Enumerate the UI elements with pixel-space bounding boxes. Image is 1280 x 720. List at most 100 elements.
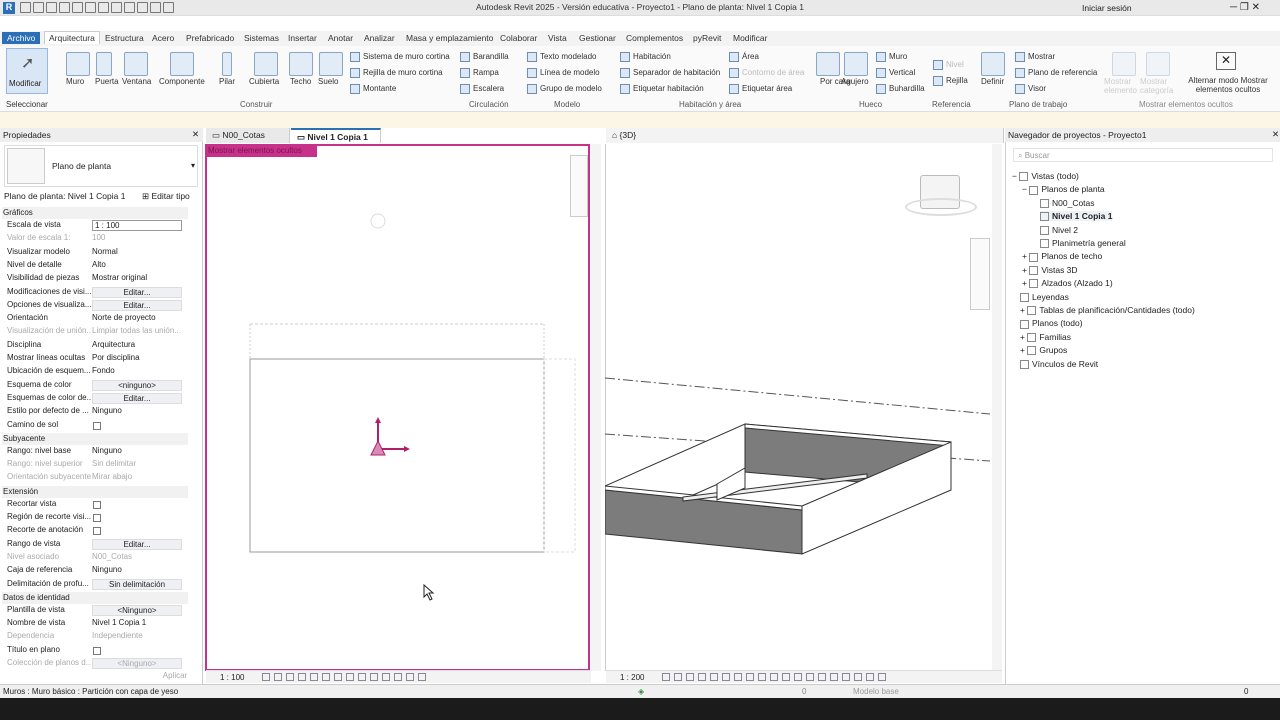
browser-item[interactable]: Leyendas	[1020, 292, 1069, 302]
tag-area-button[interactable]: Etiquetar área	[729, 84, 792, 94]
property-value[interactable]: Ninguno	[92, 446, 182, 455]
wall-button[interactable]: Muro	[66, 77, 84, 86]
filter-count[interactable]: 0	[1244, 687, 1248, 696]
level-button[interactable]: Nivel	[933, 60, 964, 70]
browser-item[interactable]: + Grupos	[1020, 345, 1067, 356]
plan-scrollbar[interactable]	[591, 144, 601, 671]
tab-anotar[interactable]: Anotar	[328, 33, 353, 43]
railing-button[interactable]: Barandilla	[460, 52, 509, 62]
model-text-button[interactable]: Texto modelado	[527, 52, 596, 62]
plan-navigation-bar[interactable]	[570, 155, 588, 217]
property-value[interactable]: 100	[92, 233, 182, 242]
property-value[interactable]: Arquitectura	[92, 340, 182, 349]
property-value[interactable]: Ninguno	[92, 565, 182, 574]
property-edit-button[interactable]: <Ninguno>	[92, 658, 182, 669]
tab-insertar[interactable]: Insertar	[288, 33, 317, 43]
apply-button[interactable]: Aplicar	[150, 671, 200, 682]
property-checkbox[interactable]	[93, 527, 101, 536]
tab-analizar[interactable]: Analizar	[364, 33, 395, 43]
close-icon[interactable]: ✕	[1272, 129, 1279, 140]
property-value[interactable]: Alto	[92, 260, 182, 269]
toggle-hidden-button[interactable]: Alternar modo Mostrar elementos ocultos	[1182, 76, 1274, 94]
browser-item[interactable]: + Familias	[1020, 332, 1071, 343]
browser-item[interactable]: + Alzados (Alzado 1)	[1022, 278, 1113, 289]
plan-view-tools[interactable]	[260, 672, 428, 681]
property-edit-button[interactable]: <Ninguno>	[92, 604, 182, 616]
property-edit-button[interactable]: <ninguno>	[92, 379, 182, 391]
property-value[interactable]: Norte de proyecto	[92, 313, 182, 322]
model-base-label[interactable]: Modelo base	[853, 687, 899, 696]
property-edit-button[interactable]: Sin delimitación	[92, 578, 182, 590]
expand-toggle-icon[interactable]: +	[1020, 345, 1027, 355]
property-value[interactable]: Fondo	[92, 366, 182, 375]
view-tab-3d[interactable]: ⌂ {3D}	[606, 128, 1004, 143]
property-value[interactable]: Nivel 1 Copia 1	[92, 618, 182, 627]
tab-vista[interactable]: Vista	[548, 33, 567, 43]
tab-estructura[interactable]: Estructura	[105, 33, 144, 43]
expand-toggle-icon[interactable]: +	[1022, 265, 1029, 275]
property-value[interactable]: Ninguno	[92, 406, 182, 415]
worksets-icon[interactable]: ◈	[638, 687, 644, 696]
tab-masa[interactable]: Masa y emplazamiento	[406, 33, 493, 43]
property-edit-button[interactable]: Editar...	[92, 538, 182, 550]
column-button[interactable]: Pilar	[219, 77, 235, 86]
vertical-opening-button[interactable]: Vertical	[876, 68, 915, 78]
property-value[interactable]: Mirar abajo	[92, 472, 182, 481]
tab-arquitectura[interactable]: Arquitectura	[44, 31, 100, 44]
ceiling-button[interactable]: Techo	[290, 77, 311, 86]
tab-pyrevit[interactable]: pyRevit	[693, 33, 721, 43]
wall-opening-button[interactable]: Muro	[876, 52, 907, 62]
close-hidden-icon[interactable]: ✕	[1216, 52, 1236, 70]
property-value[interactable]: Mostrar original	[92, 273, 182, 282]
expand-toggle-icon[interactable]: +	[1020, 305, 1027, 315]
view3d-scrollbar[interactable]	[992, 144, 1002, 671]
property-checkbox[interactable]	[93, 421, 101, 430]
tab-archivo[interactable]: Archivo	[2, 32, 41, 44]
window-controls[interactable]: ─ ❐ ✕	[1230, 2, 1260, 13]
area-button[interactable]: Área	[729, 52, 759, 62]
plan-scale[interactable]: 1 : 100	[220, 673, 244, 682]
properties-section-header[interactable]: Datos de identidad	[2, 591, 188, 604]
property-value[interactable]: Sin delimitar	[92, 459, 182, 468]
browser-item[interactable]: + Vistas 3D	[1022, 265, 1078, 276]
select-dropdown[interactable]: Seleccionar	[6, 100, 48, 109]
expand-toggle-icon[interactable]: +	[1020, 332, 1027, 342]
unhide-category-button[interactable]: Mostrar categoría	[1140, 77, 1176, 95]
view-tab-nivel1copia1[interactable]: ▭ Nivel 1 Copia 1 ✕	[291, 128, 381, 153]
property-checkbox[interactable]	[93, 646, 101, 655]
close-icon[interactable]: ✕	[192, 129, 199, 140]
roof-button[interactable]: Cubierta	[249, 77, 279, 86]
browser-item[interactable]: Nivel 2	[1040, 225, 1078, 235]
browser-item[interactable]: N00_Cotas	[1040, 198, 1095, 209]
modify-button[interactable]: ➚ Modificar	[6, 48, 48, 94]
browser-item[interactable]: Planos (todo)	[1020, 318, 1083, 329]
property-edit-button[interactable]: Editar...	[92, 392, 182, 404]
property-edit-button[interactable]: Editar...	[92, 286, 182, 298]
tab-gestionar[interactable]: Gestionar	[579, 33, 616, 43]
tab-complementos[interactable]: Complementos	[626, 33, 683, 43]
browser-item[interactable]: Nivel 1 Copia 1	[1040, 211, 1113, 222]
property-checkbox[interactable]	[93, 500, 101, 509]
property-value[interactable]: Limpiar todas las unión...	[92, 326, 182, 335]
floor-button[interactable]: Suelo	[318, 77, 338, 86]
expand-toggle-icon[interactable]: −	[1022, 184, 1029, 194]
curtain-grid-button[interactable]: Rejilla de muro cortina	[350, 68, 443, 78]
browser-search[interactable]: ⌕ Buscar	[1013, 148, 1273, 162]
signin-link[interactable]: Iniciar sesión	[1082, 3, 1132, 13]
room-button[interactable]: Habitación	[620, 52, 671, 62]
viewer-button[interactable]: Visor	[1015, 84, 1046, 94]
browser-item[interactable]: Vínculos de Revit	[1020, 359, 1098, 369]
tab-sistemas[interactable]: Sistemas	[244, 33, 279, 43]
ref-plane-button[interactable]: Plano de referencia	[1015, 68, 1097, 78]
set-workplane-button[interactable]: Definir	[981, 77, 1004, 86]
3d-view-tools[interactable]	[660, 672, 888, 681]
properties-section-header[interactable]: Subyacente	[2, 432, 188, 445]
stair-button[interactable]: Escalera	[460, 84, 504, 94]
unhide-element-button[interactable]: Mostrar elemento	[1104, 77, 1140, 95]
tab-modificar[interactable]: Modificar	[733, 33, 767, 43]
browser-item[interactable]: + Tablas de planificación/Cantidades (to…	[1020, 305, 1195, 316]
shaft-button[interactable]: Agujero	[841, 77, 869, 86]
model-group-button[interactable]: Grupo de modelo	[527, 84, 602, 94]
expand-toggle-icon[interactable]: +	[1022, 278, 1029, 288]
browser-item[interactable]: + Planos de techo	[1022, 251, 1102, 262]
